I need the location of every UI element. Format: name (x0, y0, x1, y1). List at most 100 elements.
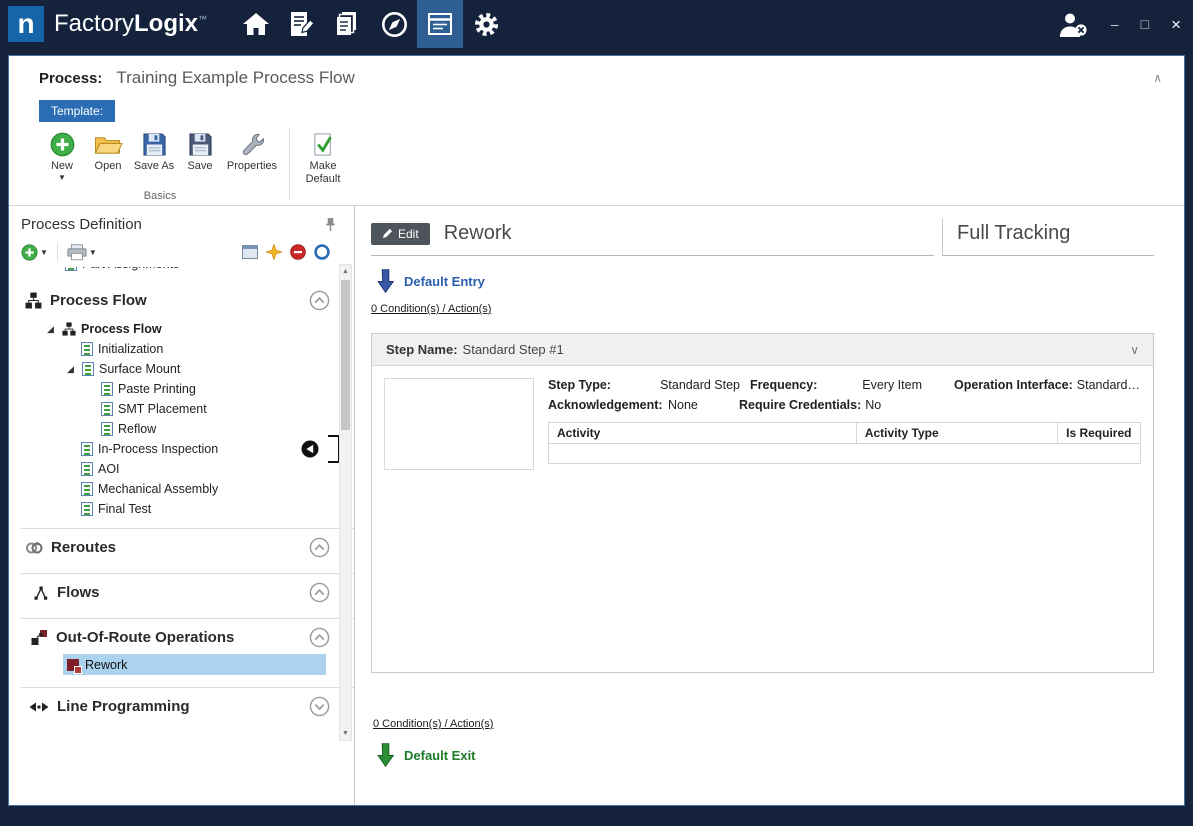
field-value: No (865, 398, 881, 412)
tree-item-label: Paste Printing (118, 382, 196, 396)
collapse-up-icon[interactable] (309, 290, 330, 311)
scroll-up-icon[interactable]: ▲ (340, 265, 351, 278)
save-button[interactable]: Save (177, 122, 223, 188)
open-label: Open (95, 160, 122, 172)
save-as-label: Save As (134, 160, 174, 172)
titlebar: n FactoryLogix™ (0, 0, 1193, 48)
tree-item-process-flow[interactable]: ◢ Process Flow (21, 319, 354, 339)
new-button[interactable]: New ▼ (39, 122, 85, 188)
scroll-down-icon[interactable]: ▼ (340, 727, 351, 740)
tree-item-mechanical-assembly[interactable]: Mechanical Assembly (21, 479, 354, 499)
compass-icon[interactable] (371, 0, 417, 48)
pin-icon[interactable] (325, 217, 336, 232)
ribbon-tabs: Template: (9, 100, 1184, 122)
save-icon (177, 127, 223, 157)
make-default-icon (298, 127, 348, 157)
ribbon-collapse-icon[interactable]: ∧ (1153, 71, 1162, 85)
new-icon (39, 127, 85, 157)
remove-icon[interactable] (290, 244, 306, 260)
section-line-programming[interactable]: Line Programming (21, 687, 354, 723)
pencil-icon (382, 228, 393, 239)
form-icon (81, 482, 93, 496)
section-out-of-route[interactable]: Out-Of-Route Operations (21, 618, 354, 654)
collapse-up-icon[interactable] (309, 627, 330, 648)
tree-item-initialization[interactable]: Initialization (21, 339, 354, 359)
step-image-placeholder[interactable] (384, 378, 534, 470)
ribbon-group-label: Basics (39, 188, 281, 205)
activity-table: Activity Activity Type Is Required (548, 422, 1141, 464)
tree-item-label: SMT Placement (118, 402, 207, 416)
add-item-button[interactable]: ▼ (21, 244, 48, 261)
detail-header: Edit Rework Full Tracking (371, 218, 1154, 256)
open-folder-icon (85, 127, 131, 157)
flows-icon (33, 585, 49, 601)
expander-icon[interactable]: ◢ (67, 365, 77, 374)
tree-item-paste-printing[interactable]: Paste Printing (21, 379, 354, 399)
tree-item-label: Mechanical Assembly (98, 482, 218, 496)
tree-item-rework-selected[interactable]: Rework (63, 654, 326, 675)
panel-scrollbar[interactable]: ▲ ▼ (339, 264, 352, 741)
window-content: Process: Training Example Process Flow ∧… (8, 55, 1185, 806)
form-icon (82, 362, 94, 376)
settings-gear-icon[interactable] (463, 0, 509, 48)
tree-item-reflow[interactable]: Reflow (21, 419, 354, 439)
default-exit-label: Default Exit (404, 748, 476, 763)
tree-item-smt-placement[interactable]: SMT Placement (21, 399, 354, 419)
step-name-value: Standard Step #1 (463, 342, 564, 357)
properties-button[interactable]: Properties (223, 122, 281, 188)
tree-item-in-process-inspection[interactable]: In-Process Inspection (21, 439, 354, 459)
print-button[interactable]: ▼ (67, 244, 97, 261)
insert-marker-icon[interactable] (301, 440, 319, 458)
form-icon (101, 422, 113, 436)
user-status-icon[interactable] (1057, 12, 1089, 37)
step-card-header[interactable]: Step Name: Standard Step #1 ∨ (372, 334, 1153, 366)
scrollbar-thumb[interactable] (341, 280, 350, 430)
section-reroutes[interactable]: Reroutes (21, 528, 354, 564)
chevron-down-icon[interactable]: ∨ (1130, 343, 1139, 357)
save-as-icon (131, 127, 177, 157)
wrench-icon (223, 127, 281, 157)
wand-sparkle-icon[interactable] (266, 244, 282, 260)
tree-item-surface-mount[interactable]: ◢ Surface Mount (21, 359, 354, 379)
default-entry[interactable]: Default Entry (371, 268, 1154, 294)
edit-button[interactable]: Edit (371, 223, 430, 245)
forms-icon[interactable] (279, 0, 325, 48)
flowchart-icon (62, 322, 76, 336)
tab-template[interactable]: Template: (39, 100, 115, 122)
section-process-flow[interactable]: Process Flow (21, 282, 354, 317)
minimize-button[interactable]: – (1111, 17, 1119, 31)
tree-item-label: Final Test (98, 502, 151, 516)
exit-conditions-link[interactable]: 0 Condition(s) / Action(s) (373, 718, 493, 730)
documents-stack-icon[interactable] (325, 0, 371, 48)
ribbon-separator (289, 128, 290, 199)
step-card-body: Step Type: Standard Step Frequency: Ever… (372, 366, 1153, 672)
close-button[interactable]: × (1171, 16, 1181, 33)
collapse-up-icon[interactable] (309, 582, 330, 603)
collapse-up-icon[interactable] (309, 537, 330, 558)
default-exit[interactable]: Default Exit (373, 742, 1154, 768)
maximize-button[interactable]: □ (1141, 17, 1149, 31)
open-button[interactable]: Open (85, 122, 131, 188)
trademark: ™ (198, 14, 207, 24)
make-default-button[interactable]: Make Default (298, 122, 348, 205)
tracking-mode: Full Tracking (942, 218, 1154, 256)
process-window-icon[interactable] (417, 0, 463, 48)
tree-item-label: Surface Mount (99, 362, 180, 376)
reroute-icon (25, 539, 43, 557)
expander-icon[interactable]: ◢ (47, 325, 57, 334)
panel-view-icon[interactable] (242, 245, 258, 259)
ribbon-group-basics: New ▼ Open Save As (39, 122, 281, 205)
tree-item-final-test[interactable]: Final Test (21, 499, 354, 519)
entry-conditions-link[interactable]: 0 Condition(s) / Action(s) (371, 303, 491, 315)
section-label: Out-Of-Route Operations (56, 629, 234, 646)
info-icon[interactable] (314, 244, 330, 260)
home-icon[interactable] (233, 0, 279, 48)
detail-title: Rework (444, 222, 512, 245)
exit-block: 0 Condition(s) / Action(s) Default Exit (371, 709, 1154, 768)
section-flows[interactable]: Flows (21, 573, 354, 609)
save-as-button[interactable]: Save As (131, 122, 177, 188)
collapse-down-icon[interactable] (309, 696, 330, 717)
step-name-label: Step Name: (386, 342, 458, 357)
tree-item-aoi[interactable]: AOI (21, 459, 354, 479)
clipped-tree-item[interactable]: Part Assignments (21, 267, 354, 276)
